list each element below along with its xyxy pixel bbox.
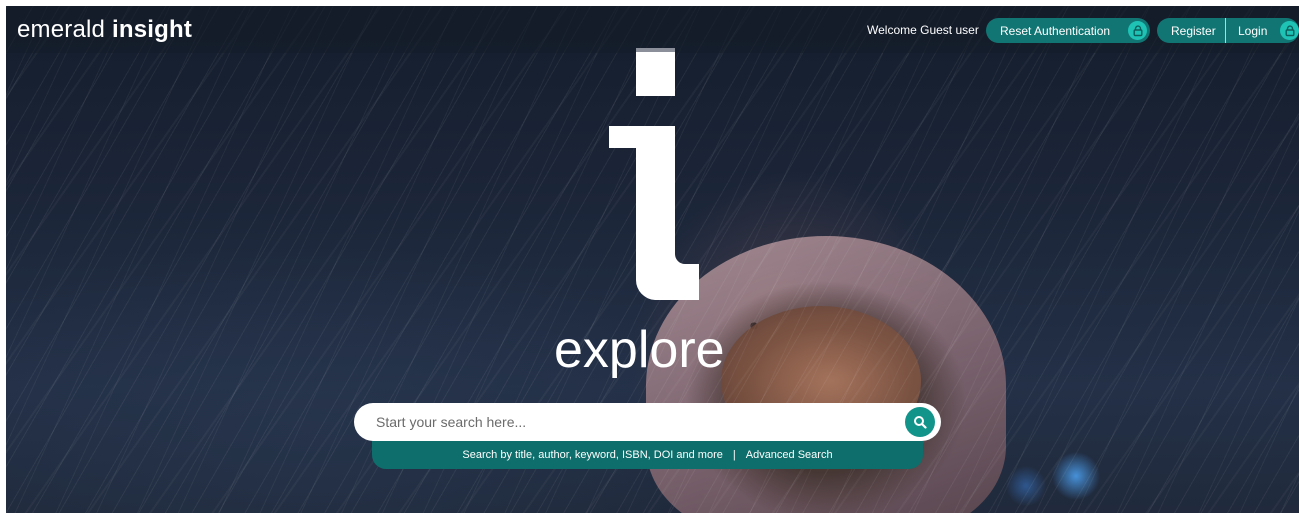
advanced-search-link[interactable]: Advanced Search (746, 449, 833, 461)
register-login-group: Register Login (1157, 18, 1299, 43)
reset-authentication-button[interactable]: Reset Authentication (986, 18, 1150, 43)
login-link[interactable]: Login (1238, 24, 1267, 38)
search-hint-text: Search by title, author, keyword, ISBN, … (462, 449, 723, 461)
hint-separator: | (732, 449, 736, 461)
register-login-divider (1225, 18, 1226, 43)
welcome-text: Welcome Guest user (867, 23, 979, 37)
logo-bold-text: insight (111, 16, 193, 43)
search-bar (354, 403, 941, 441)
user-lock-icon[interactable] (1280, 21, 1299, 40)
search-hint-bar: Search by title, author, keyword, ISBN, … (372, 441, 923, 469)
register-link[interactable]: Register (1171, 24, 1216, 38)
search-button[interactable] (905, 407, 935, 437)
search-icon (914, 416, 927, 429)
reset-authentication-label: Reset Authentication (1000, 23, 1111, 38)
lock-icon (1128, 21, 1147, 40)
insight-i-graphic (609, 48, 699, 300)
logo-light-text: emerald (17, 16, 106, 43)
explore-tagline: explore (554, 321, 725, 379)
search-input[interactable] (376, 412, 876, 432)
emerald-insight-logo[interactable]: emerald insight (17, 16, 192, 44)
